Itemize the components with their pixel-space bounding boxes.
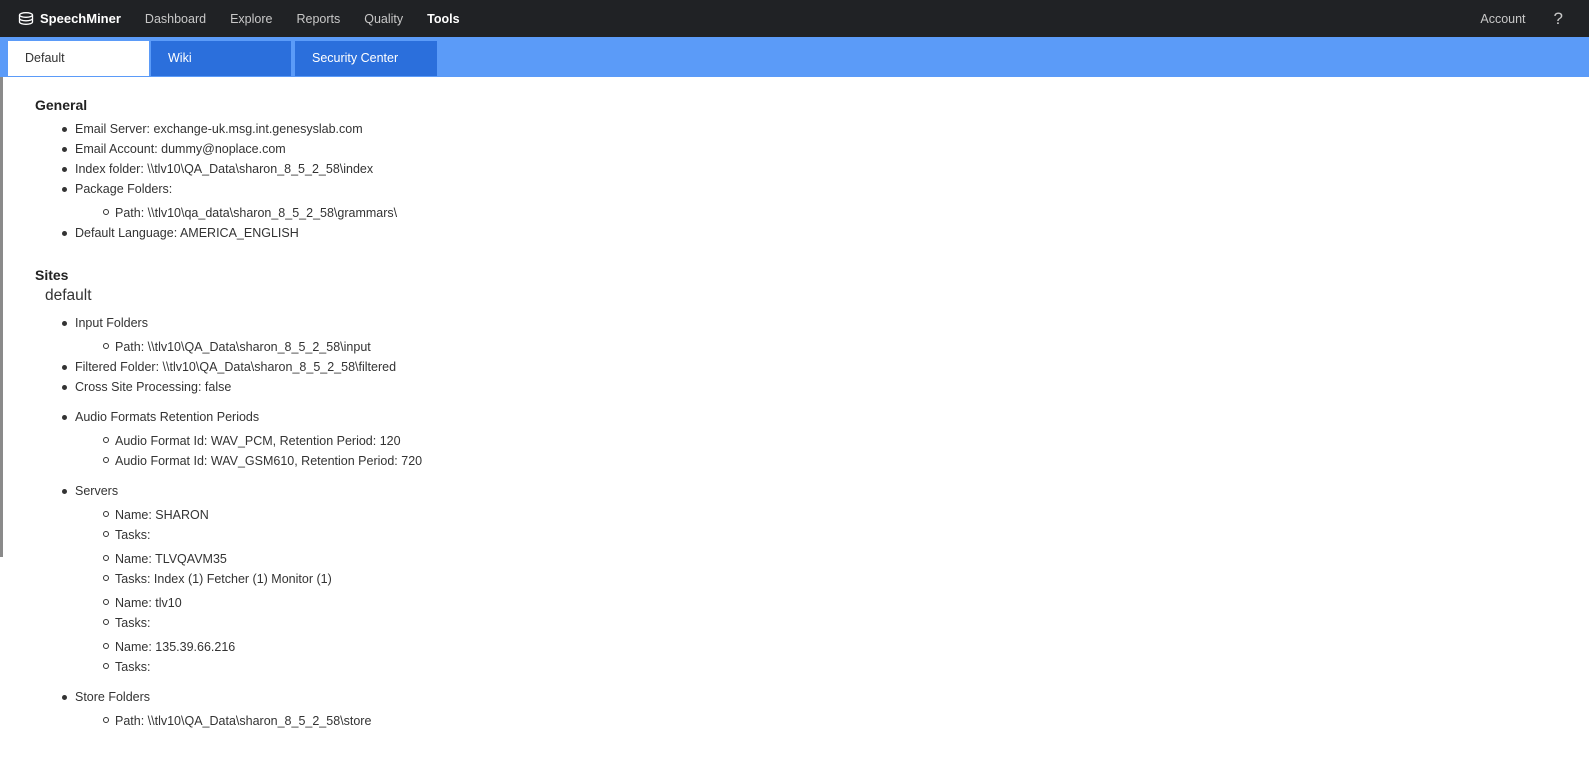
server-tasks-item: Tasks:: [103, 525, 1535, 545]
nav-explore[interactable]: Explore: [218, 12, 284, 26]
package-folders-label: Package Folders:: [75, 182, 173, 196]
general-heading: General: [35, 97, 88, 113]
brand-label: SpeechMiner: [40, 11, 121, 26]
nav-tools[interactable]: Tools: [415, 12, 471, 26]
settings-content: General Email Server: exchange-uk.msg.in…: [35, 77, 1535, 731]
store-folders-label: Store Folders: [75, 690, 151, 704]
audio-formats-list: Audio Format Id: WAV_PCM, Retention Peri…: [75, 431, 1535, 471]
nav-reports[interactable]: Reports: [284, 12, 352, 26]
input-path-item: Path: \\tlv10\QA_Data\sharon_8_5_2_58\in…: [103, 337, 1535, 357]
default-language-item: Default Language: AMERICA_ENGLISH: [62, 223, 1535, 243]
audio-format-item: Audio Format Id: WAV_GSM610, Retention P…: [103, 451, 1535, 471]
server-name-item: Name: TLVQAVM35: [103, 549, 1535, 569]
servers-label: Servers: [75, 484, 119, 498]
sites-list: Input Folders Path: \\tlv10\QA_Data\shar…: [35, 313, 1535, 731]
help-icon[interactable]: ?: [1554, 9, 1563, 29]
tab-bar: Default Wiki Security Center: [0, 37, 1589, 77]
tab-wiki[interactable]: Wiki: [151, 41, 291, 76]
index-folder-item: Index folder: \\tlv10\QA_Data\sharon_8_5…: [62, 159, 1535, 179]
package-folders-item: Package Folders: Path: \\tlv10\qa_data\s…: [62, 179, 1535, 223]
audio-retention-label: Audio Formats Retention Periods: [75, 410, 260, 424]
package-path-item: Path: \\tlv10\qa_data\sharon_8_5_2_58\gr…: [103, 203, 1535, 223]
server-tasks-item: Tasks:: [103, 657, 1535, 677]
general-list: Email Server: exchange-uk.msg.int.genesy…: [35, 119, 1535, 243]
nav-quality[interactable]: Quality: [352, 12, 415, 26]
server-name-item: Name: SHARON: [103, 505, 1535, 525]
server-name-item: Name: tlv10: [103, 593, 1535, 613]
sites-heading: Sites: [35, 267, 69, 283]
audio-format-item: Audio Format Id: WAV_PCM, Retention Peri…: [103, 431, 1535, 451]
filtered-folder-item: Filtered Folder: \\tlv10\QA_Data\sharon_…: [62, 357, 1535, 377]
account-menu[interactable]: Account: [1480, 12, 1525, 26]
database-icon: [18, 11, 34, 25]
input-folders-item: Input Folders Path: \\tlv10\QA_Data\shar…: [62, 313, 1535, 357]
left-edge-divider: [0, 77, 3, 557]
package-folders-list: Path: \\tlv10\qa_data\sharon_8_5_2_58\gr…: [75, 203, 1535, 223]
servers-list: Name: SHARON Tasks: Name: TLVQAVM35 Task…: [75, 505, 1535, 677]
brand[interactable]: SpeechMiner: [18, 11, 121, 26]
nav-dashboard[interactable]: Dashboard: [133, 12, 218, 26]
store-path-item: Path: \\tlv10\QA_Data\sharon_8_5_2_58\st…: [103, 711, 1535, 731]
site-name: default: [45, 287, 92, 304]
input-folders-label: Input Folders: [75, 316, 148, 330]
cross-site-item: Cross Site Processing: false: [62, 377, 1535, 397]
server-name-item: Name: 135.39.66.216: [103, 637, 1535, 657]
server-tasks-item: Tasks:: [103, 613, 1535, 633]
tab-security-center[interactable]: Security Center: [295, 41, 437, 76]
servers-item: Servers Name: SHARON Tasks: Name: TLVQAV…: [62, 481, 1535, 677]
email-account-item: Email Account: dummy@noplace.com: [62, 139, 1535, 159]
tab-default[interactable]: Default: [8, 41, 149, 76]
audio-retention-item: Audio Formats Retention Periods Audio Fo…: [62, 407, 1535, 471]
store-folders-item: Store Folders Path: \\tlv10\QA_Data\shar…: [62, 687, 1535, 731]
input-folders-list: Path: \\tlv10\QA_Data\sharon_8_5_2_58\in…: [75, 337, 1535, 357]
top-nav-bar: SpeechMiner Dashboard Explore Reports Qu…: [0, 0, 1589, 37]
store-folders-list: Path: \\tlv10\QA_Data\sharon_8_5_2_58\st…: [75, 711, 1535, 731]
server-tasks-item: Tasks: Index (1) Fetcher (1) Monitor (1): [103, 569, 1535, 589]
email-server-item: Email Server: exchange-uk.msg.int.genesy…: [62, 119, 1535, 139]
